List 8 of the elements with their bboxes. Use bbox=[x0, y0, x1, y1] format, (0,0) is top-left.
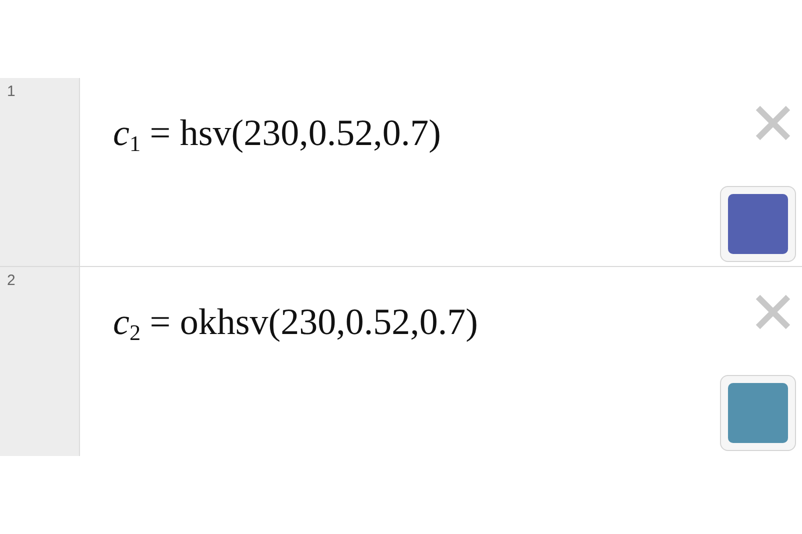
close-icon[interactable] bbox=[754, 293, 792, 331]
line-number: 2 bbox=[6, 271, 16, 288]
color-swatch-button[interactable] bbox=[720, 186, 796, 262]
line-number: 1 bbox=[6, 82, 16, 99]
expression-formula[interactable]: c$_{1}$ = hsv(230,0.52,0.7) bbox=[113, 112, 441, 156]
expression-formula[interactable]: c$_{2}$ = okhsv(230,0.52,0.7) bbox=[113, 301, 478, 346]
color-swatch-button[interactable] bbox=[720, 375, 796, 451]
close-icon[interactable] bbox=[754, 104, 792, 142]
